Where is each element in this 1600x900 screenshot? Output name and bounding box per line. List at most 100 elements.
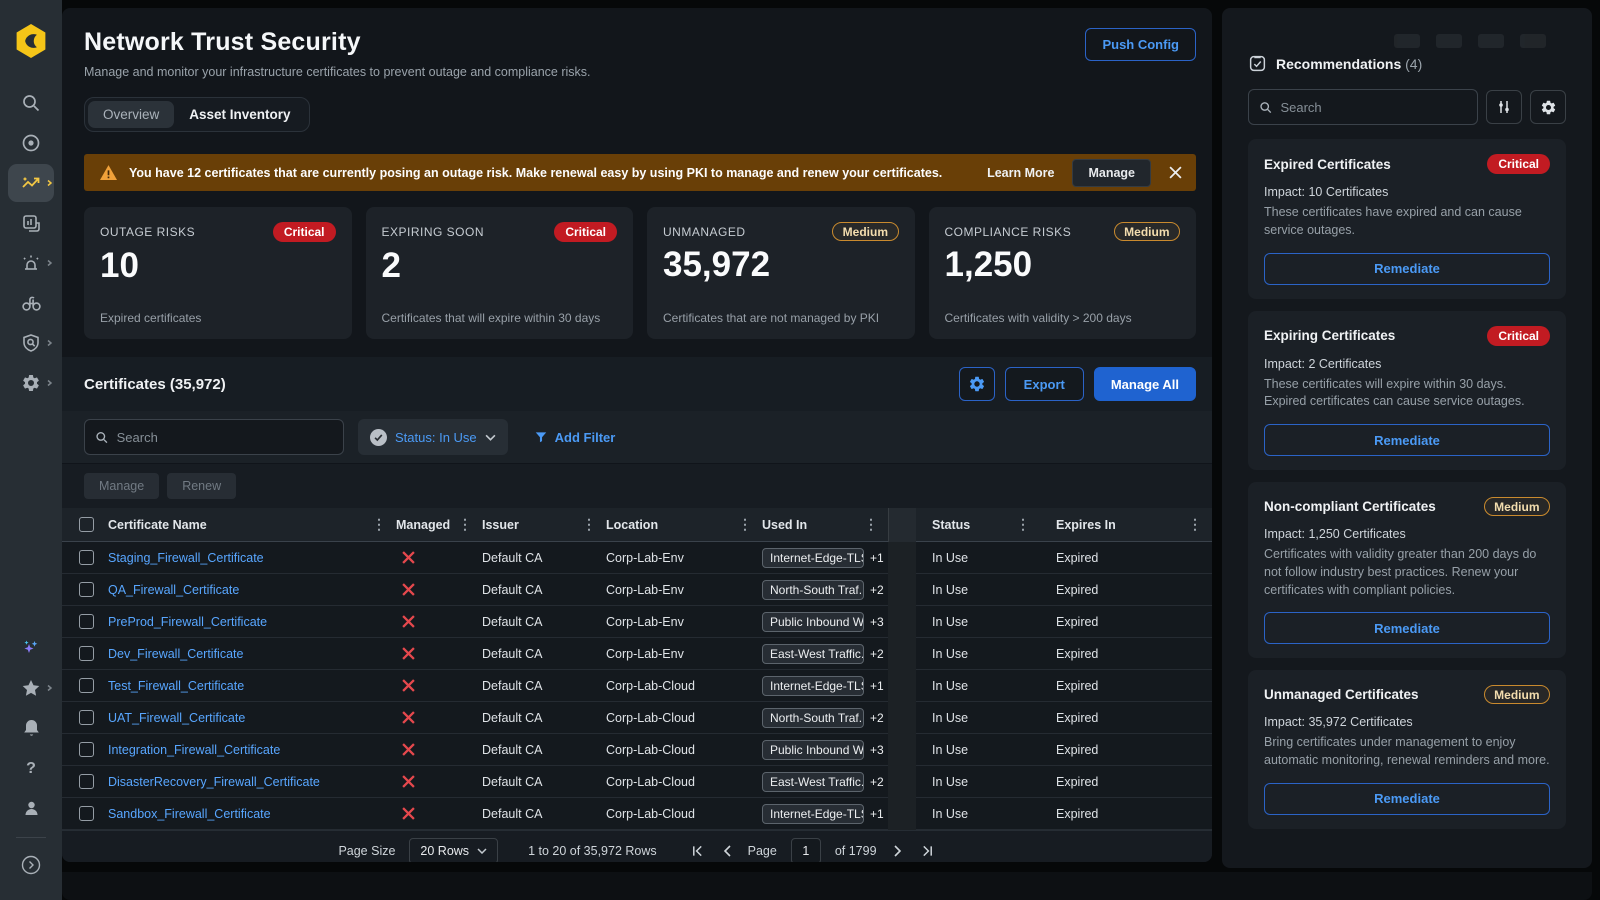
next-page-icon[interactable] [891,845,905,857]
not-managed-x-icon [402,743,415,756]
certificates-search-input[interactable] [117,430,333,445]
column-menu-icon[interactable] [734,516,762,533]
used-in-chip[interactable]: East-West Traffic... [762,772,864,792]
column-menu-icon[interactable] [1184,516,1212,533]
certificate-name-link[interactable]: Sandbox_Firewall_Certificate [108,807,271,821]
tab-overview[interactable]: Overview [88,101,174,128]
brand-logo[interactable] [8,22,54,60]
alerts-siren-icon[interactable] [8,244,54,282]
settings-gear-icon[interactable] [8,364,54,402]
not-managed-x-icon [402,583,415,596]
user-icon[interactable] [8,789,54,827]
used-in-more-count[interactable]: +2 [870,775,884,789]
search-icon[interactable] [8,84,54,122]
used-in-chip[interactable]: Public Inbound W... [762,612,864,632]
live-discover-icon[interactable] [8,124,54,162]
filter-sliders-icon[interactable] [1486,90,1522,124]
stat-label: OUTAGE RISKS [100,225,195,239]
row-checkbox[interactable] [79,710,94,725]
expand-sidebar-icon[interactable] [8,846,54,884]
used-in-more-count[interactable]: +1 [870,551,884,565]
chevron-down-icon [477,848,487,854]
remediate-button[interactable]: Remediate [1264,612,1550,644]
learn-more-link[interactable]: Learn More [987,166,1054,180]
total-pages-text: of 1799 [835,844,877,858]
used-in-chip[interactable]: North-South Traf... [762,708,864,728]
row-checkbox[interactable] [79,550,94,565]
used-in-chip[interactable]: North-South Traf... [762,580,864,600]
ai-sparkles-icon[interactable] [8,629,54,667]
first-page-icon[interactable] [689,845,706,857]
column-menu-icon[interactable] [368,516,396,533]
column-menu-icon[interactable] [454,516,482,533]
policy-search-shield-icon[interactable] [8,324,54,362]
used-in-more-count[interactable]: +1 [870,679,884,693]
used-in-chip[interactable]: Internet-Edge-TLS [762,676,864,696]
used-in-more-count[interactable]: +2 [870,647,884,661]
remediate-button[interactable]: Remediate [1264,424,1550,456]
status-filter-chip[interactable]: Status: In Use [358,419,508,455]
row-checkbox[interactable] [79,774,94,789]
previous-page-icon[interactable] [720,845,734,857]
used-in-more-count[interactable]: +3 [870,743,884,757]
notifications-bell-icon[interactable] [8,709,54,747]
used-in-chip[interactable]: Public Inbound W... [762,740,864,760]
row-checkbox[interactable] [79,678,94,693]
certificate-name-link[interactable]: QA_Firewall_Certificate [108,583,239,597]
banner-manage-button[interactable]: Manage [1072,159,1151,187]
certificate-name-link[interactable]: Dev_Firewall_Certificate [108,647,243,661]
bulk-manage-button[interactable]: Manage [84,473,159,499]
row-checkbox[interactable] [79,614,94,629]
used-in-more-count[interactable]: +1 [870,807,884,821]
certificate-name-link[interactable]: Staging_Firewall_Certificate [108,551,264,565]
recommendations-settings-gear-icon[interactable] [1530,90,1566,124]
sidebar-item-network-trust[interactable] [8,164,54,202]
dashboard-icon[interactable] [8,204,54,242]
used-in-more-count[interactable]: +2 [870,711,884,725]
column-menu-icon[interactable] [1012,516,1040,533]
recommendations-search-input[interactable] [1280,100,1467,115]
column-menu-icon[interactable] [860,516,888,533]
stat-value: 35,972 [663,245,899,285]
export-button[interactable]: Export [1005,367,1084,401]
recommendations-count: (4) [1405,56,1422,72]
page-number-input[interactable] [791,838,821,863]
help-icon[interactable]: ? [8,749,54,787]
severity-badge: Critical [1487,154,1550,174]
bulk-renew-button[interactable]: Renew [167,473,236,499]
certificates-search[interactable] [84,419,344,455]
close-icon[interactable] [1169,166,1182,179]
row-checkbox[interactable] [79,742,94,757]
certificate-name-link[interactable]: PreProd_Firewall_Certificate [108,615,267,629]
row-checkbox[interactable] [79,646,94,661]
used-in-chip[interactable]: Internet-Edge-TLS [762,548,864,568]
table-settings-gear-icon[interactable] [959,367,995,401]
used-in-more-count[interactable]: +3 [870,615,884,629]
certificate-name-link[interactable]: Integration_Firewall_Certificate [108,743,280,757]
push-config-button[interactable]: Push Config [1085,28,1196,61]
used-in-chip[interactable]: Internet-Edge-TLS [762,804,864,824]
row-checkbox[interactable] [79,582,94,597]
add-filter-button[interactable]: Add Filter [534,430,616,445]
select-all-checkbox[interactable] [79,517,94,532]
page-size-dropdown[interactable]: 20 Rows [409,838,498,863]
column-header-managed: Managed [396,508,482,542]
recommendation-card: Expired Certificates Critical Impact: 10… [1248,139,1566,299]
certificate-name-link[interactable]: Test_Firewall_Certificate [108,679,244,693]
certificate-name-link[interactable]: UAT_Firewall_Certificate [108,711,245,725]
last-page-icon[interactable] [919,845,936,857]
used-in-chip[interactable]: East-West Traffic... [762,644,864,664]
favorites-star-icon[interactable] [8,669,54,707]
remediate-button[interactable]: Remediate [1264,783,1550,815]
stat-card: UNMANAGED Medium 35,972 Certificates tha… [647,207,915,339]
investigate-binoculars-icon[interactable] [8,284,54,322]
tab-asset-inventory[interactable]: Asset Inventory [174,101,305,128]
used-in-more-count[interactable]: +2 [870,583,884,597]
certificate-name-link[interactable]: DisasterRecovery_Firewall_Certificate [108,775,320,789]
column-menu-icon[interactable] [578,516,606,533]
remediate-button[interactable]: Remediate [1264,253,1550,285]
row-checkbox[interactable] [79,806,94,821]
recommendations-search[interactable] [1248,89,1478,125]
status-cell: In Use [916,574,1040,606]
manage-all-button[interactable]: Manage All [1094,367,1196,401]
